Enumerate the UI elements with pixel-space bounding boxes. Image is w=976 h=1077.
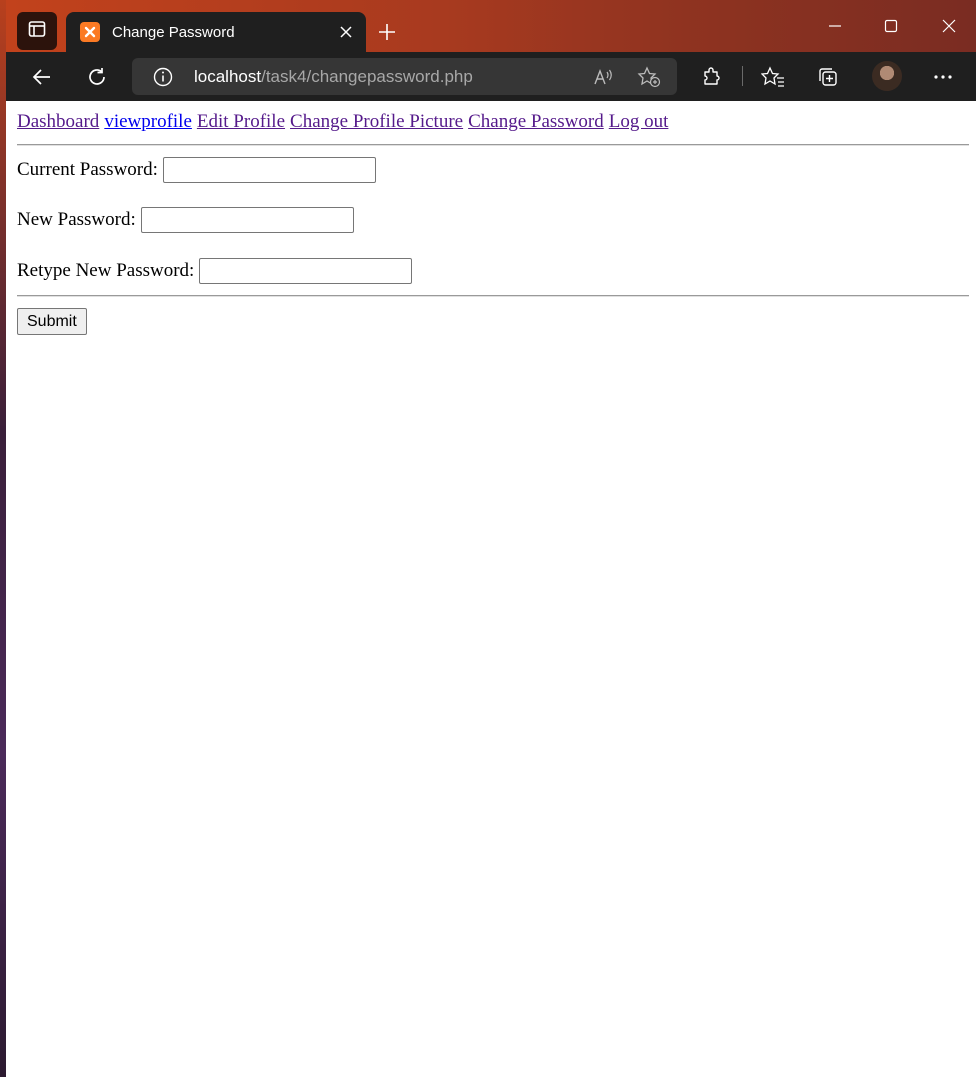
favorites-button[interactable] — [756, 60, 790, 94]
extensions-button[interactable] — [695, 60, 729, 94]
tab-actions-button[interactable] — [17, 12, 57, 50]
new-password-label: New Password: — [17, 209, 136, 230]
minimize-button[interactable] — [812, 8, 858, 44]
add-favorite-icon[interactable] — [637, 66, 661, 93]
browser-toolbar: localhost/task4/changepassword.php — [6, 52, 976, 101]
close-window-button[interactable] — [926, 8, 972, 44]
nav-link-change-password[interactable]: Change Password — [468, 111, 604, 132]
retype-password-row: Retype New Password: — [17, 258, 413, 284]
site-info-icon[interactable] — [152, 66, 174, 93]
more-options-button[interactable] — [926, 60, 960, 94]
url-path: /task4/changepassword.php — [261, 67, 473, 86]
read-aloud-icon[interactable] — [592, 66, 614, 93]
nav-links: Dashboard viewprofile Edit Profile Change P… — [17, 111, 673, 133]
nav-link-logout[interactable]: Log out — [609, 111, 669, 132]
profile-avatar[interactable] — [872, 61, 902, 91]
nav-link-edit-profile[interactable]: Edit Profile — [197, 111, 285, 132]
nav-link-viewprofile[interactable]: viewprofile — [104, 111, 192, 132]
new-password-row: New Password: — [17, 207, 354, 233]
current-password-row: Current Password: — [17, 157, 376, 183]
tab-close-icon[interactable] — [332, 18, 360, 46]
url-host: localhost — [194, 67, 262, 86]
address-bar[interactable]: localhost/task4/changepassword.php — [132, 58, 677, 95]
browser-window: Change Password localhost/task4/changepa… — [6, 0, 976, 1077]
back-button[interactable] — [25, 60, 59, 94]
tab-title: Change Password — [112, 23, 235, 41]
maximize-button[interactable] — [868, 8, 914, 44]
retype-password-label: Retype New Password: — [17, 260, 195, 281]
tab-active[interactable]: Change Password — [66, 12, 366, 52]
url-text: localhost/task4/changepassword.php — [194, 67, 473, 87]
new-tab-button[interactable] — [372, 17, 402, 47]
tab-actions-icon — [27, 19, 47, 44]
collections-button[interactable] — [811, 60, 845, 94]
nav-link-dashboard[interactable]: Dashboard — [17, 111, 99, 132]
retype-password-input[interactable] — [199, 258, 413, 284]
page-content: Dashboard viewprofile Edit Profile Change P… — [6, 101, 976, 1077]
top-divider — [17, 144, 969, 146]
toolbar-divider — [742, 66, 743, 86]
refresh-button[interactable] — [80, 60, 114, 94]
title-bar: Change Password — [6, 0, 976, 52]
xampp-favicon-icon — [80, 22, 100, 42]
current-password-input[interactable] — [162, 157, 376, 183]
submit-button[interactable]: Submit — [17, 308, 87, 335]
nav-link-change-profile-picture[interactable]: Change Profile Picture — [290, 111, 463, 132]
current-password-label: Current Password: — [17, 159, 158, 180]
new-password-input[interactable] — [140, 207, 354, 233]
bottom-divider — [17, 295, 969, 297]
